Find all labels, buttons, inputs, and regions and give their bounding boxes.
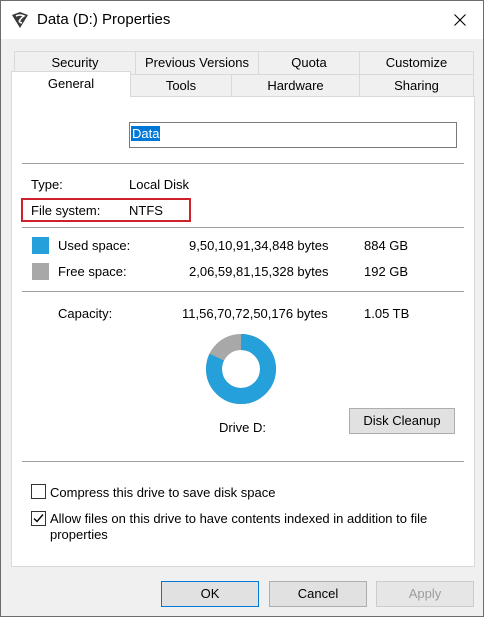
tab-label: Previous Versions bbox=[144, 55, 250, 70]
file-system-value: NTFS bbox=[129, 203, 163, 218]
used-space-swatch bbox=[32, 237, 49, 254]
disk-cleanup-button[interactable]: Disk Cleanup bbox=[349, 408, 455, 434]
free-space-size: 192 GB bbox=[364, 264, 409, 279]
drive-letter-label: Drive D: bbox=[219, 420, 266, 435]
compress-label: Compress this drive to save disk space bbox=[50, 485, 276, 500]
free-space-label: Free space: bbox=[58, 264, 127, 279]
tab-label: Security bbox=[51, 55, 99, 70]
tab-label: Hardware bbox=[267, 78, 324, 93]
used-space-size: 884 GB bbox=[364, 238, 409, 253]
tab-label: Quota bbox=[291, 55, 327, 70]
tab-label: Sharing bbox=[394, 78, 439, 93]
close-button[interactable] bbox=[437, 1, 483, 39]
used-space-label: Used space: bbox=[58, 238, 131, 253]
divider bbox=[22, 461, 464, 462]
tab-label: General bbox=[47, 76, 95, 91]
capacity-label: Capacity: bbox=[58, 306, 113, 321]
capacity-bytes: 11,56,70,72,50,176 bytes bbox=[182, 306, 328, 321]
tab-label: Tools bbox=[165, 78, 197, 93]
tab-label: Customize bbox=[385, 55, 448, 70]
drive-name-input[interactable]: Data bbox=[129, 122, 457, 148]
usage-donut-chart bbox=[206, 334, 276, 404]
checkmark-icon bbox=[33, 514, 44, 523]
cancel-button[interactable]: Cancel bbox=[269, 581, 367, 607]
apply-button[interactable]: Apply bbox=[376, 581, 474, 607]
tab-hardware[interactable]: Hardware bbox=[231, 74, 360, 98]
used-space-bytes: 9,50,10,91,34,848 bytes bbox=[189, 238, 329, 253]
free-space-bytes: 2,06,59,81,15,328 bytes bbox=[189, 264, 329, 279]
divider bbox=[22, 163, 464, 164]
index-checkbox[interactable] bbox=[31, 511, 46, 526]
compress-checkbox[interactable] bbox=[31, 484, 46, 499]
index-label-line2: properties bbox=[50, 527, 108, 542]
tab-quota[interactable]: Quota bbox=[258, 51, 360, 75]
tab-previous-versions[interactable]: Previous Versions bbox=[135, 51, 259, 75]
drive-name-text: Data bbox=[131, 126, 161, 141]
divider bbox=[22, 291, 464, 292]
type-value: Local Disk bbox=[129, 177, 189, 192]
capacity-size: 1.05 TB bbox=[364, 306, 410, 321]
free-space-swatch bbox=[32, 263, 49, 280]
tab-tools[interactable]: Tools bbox=[130, 74, 232, 98]
type-label: Type: bbox=[31, 177, 63, 192]
properties-window: Data (D:) Properties Security Previous V… bbox=[0, 0, 484, 617]
index-label-line1: Allow files on this drive to have conten… bbox=[50, 511, 428, 526]
close-icon bbox=[454, 14, 466, 26]
tab-sharing[interactable]: Sharing bbox=[359, 74, 474, 98]
tab-general[interactable]: General bbox=[11, 71, 131, 97]
window-title: Data (D:) Properties bbox=[37, 11, 171, 28]
tab-customize[interactable]: Customize bbox=[359, 51, 474, 75]
general-tab-panel: Data Type: Local Disk File system: NTFS … bbox=[11, 96, 475, 567]
title-bar: Data (D:) Properties bbox=[1, 1, 483, 39]
divider bbox=[22, 227, 464, 228]
file-system-label: File system: bbox=[31, 203, 101, 218]
ok-button[interactable]: OK bbox=[161, 581, 259, 607]
drive-app-icon bbox=[12, 12, 28, 28]
